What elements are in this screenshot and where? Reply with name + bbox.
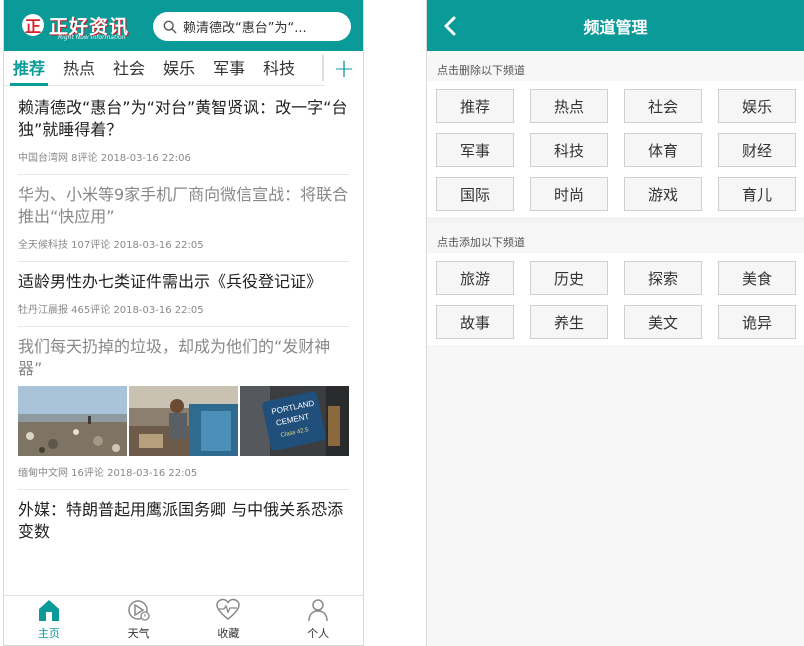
more-channel-chip[interactable]: 诡异 (718, 305, 796, 339)
more-channel-chip[interactable]: 旅游 (436, 261, 514, 295)
top-bar: 正 正好资讯 Right Now Information 赖清德改“惠台”为“.… (4, 0, 363, 51)
my-channel-chip[interactable]: 推荐 (436, 89, 514, 123)
weather-icon (127, 600, 150, 621)
my-channel-chip[interactable]: 体育 (624, 133, 702, 167)
tab-society[interactable]: 社会 (104, 51, 154, 86)
bottom-navigation: 主页 天气 收藏 个人 (4, 595, 363, 645)
news-meta: 牡丹江晨报 465评论 2018-03-16 22:05 (18, 305, 204, 316)
my-channel-chip[interactable]: 财经 (718, 133, 796, 167)
back-arrow-icon[interactable] (441, 14, 461, 38)
tabs-overflow-divider (322, 55, 324, 81)
tab-tech[interactable]: 科技 (254, 51, 304, 86)
my-channel-chip[interactable]: 时尚 (530, 177, 608, 211)
news-title: 赖清德改“惠台”为“对台”黄智贤讽：改一字“台独”就睡得着？ (18, 98, 348, 139)
news-meta: 缅甸中文网 16评论 2018-03-16 22:05 (18, 468, 198, 479)
more-channel-chip[interactable]: 美文 (624, 305, 702, 339)
more-channel-chip[interactable]: 历史 (530, 261, 608, 295)
more-channel-chip[interactable]: 美食 (718, 261, 796, 295)
tab-recommend[interactable]: 推荐 (4, 51, 54, 86)
more-channel-chip[interactable]: 探索 (624, 261, 702, 295)
news-image-garbage-field[interactable] (18, 386, 127, 456)
my-channel-chip[interactable]: 游戏 (624, 177, 702, 211)
app-logo[interactable]: 正 正好资讯 Right Now Information (22, 10, 134, 42)
news-home-screen: 正 正好资讯 Right Now Information 赖清德改“惠台”为“.… (3, 0, 364, 646)
more-channels-grid: 旅游 历史 探索 美食故事 养生 美文 诡异 (436, 261, 796, 339)
my-channel-chip[interactable]: 热点 (530, 89, 608, 123)
my-channel-chip[interactable]: 娱乐 (718, 89, 796, 123)
logo-subtitle: Right Now Information (58, 34, 126, 41)
tab-hot[interactable]: 热点 (54, 51, 104, 86)
add-channel-button[interactable]: + (325, 51, 363, 86)
nav-home-label: 主页 (37, 627, 60, 640)
more-channels-panel: 旅游 历史 探索 美食故事 养生 美文 诡异 (427, 253, 804, 345)
nav-home[interactable]: 主页 (4, 596, 94, 645)
nav-profile-label: 个人 (307, 627, 330, 640)
my-channel-chip[interactable]: 育儿 (718, 177, 796, 211)
news-image-cement-bag[interactable]: PORTLAND CEMENT Class 42.5 (240, 386, 349, 456)
search-text: 赖清德改“惠台”为“... (183, 21, 307, 36)
search-icon (163, 20, 177, 33)
news-image-strip: PORTLAND CEMENT Class 42.5 (18, 386, 349, 456)
more-channel-chip[interactable]: 故事 (436, 305, 514, 339)
my-channels-panel: 推荐 热点 社会 娱乐军事 科技 体育 财经国际 时尚 游戏 育儿 (427, 81, 804, 217)
nav-profile[interactable]: 个人 (273, 596, 363, 645)
page-title: 频道管理 (583, 17, 648, 37)
home-icon (38, 600, 59, 621)
favorite-heart-icon (216, 598, 241, 620)
tab-military[interactable]: 军事 (204, 51, 254, 86)
nav-weather-label: 天气 (127, 627, 150, 640)
my-channel-chip[interactable]: 科技 (530, 133, 608, 167)
logo-mark-icon: 正 (22, 14, 44, 36)
nav-favorites[interactable]: 收藏 (184, 596, 274, 645)
news-meta: 中国台湾网 8评论 2018-03-16 22:06 (18, 153, 191, 164)
news-item[interactable]: 外媒：特朗普起用鹰派国务卿 与中俄关系恐添变数 (18, 490, 349, 553)
add-section-label: 点击添加以下频道 (437, 236, 525, 249)
news-item[interactable]: 赖清德改“惠台”为“对台”黄智贤讽：改一字“台独”就睡得着？ 中国台湾网 8评论… (18, 88, 349, 175)
news-title: 外媒：特朗普起用鹰派国务卿 与中俄关系恐添变数 (18, 500, 344, 541)
my-channel-chip[interactable]: 军事 (436, 133, 514, 167)
news-item[interactable]: 我们每天扔掉的垃圾，却成为他们的“发财神器” PORTLAND CEMENT C… (18, 327, 349, 490)
news-title: 我们每天扔掉的垃圾，却成为他们的“发财神器” (18, 337, 331, 378)
my-channel-chip[interactable]: 社会 (624, 89, 702, 123)
top-bar: 频道管理 (427, 0, 804, 51)
nav-favorites-label: 收藏 (217, 627, 240, 640)
channel-management-screen: 频道管理 点击删除以下频道 推荐 热点 社会 娱乐军事 科技 体育 财经国际 时尚 游戏 育儿 点… (426, 0, 804, 646)
my-channels-grid: 推荐 热点 社会 娱乐军事 科技 体育 财经国际 时尚 游戏 育儿 (436, 89, 796, 211)
user-icon (308, 599, 328, 622)
nav-weather[interactable]: 天气 (94, 596, 184, 645)
news-title: 适龄男性办七类证件需出示《兵役登记证》 (18, 272, 323, 291)
more-channel-chip[interactable]: 养生 (530, 305, 608, 339)
remove-section-label: 点击删除以下频道 (437, 64, 525, 77)
news-feed[interactable]: 赖清德改“惠台”为“对台”黄智贤讽：改一字“台独”就睡得着？ 中国台湾网 8评论… (4, 88, 363, 596)
tab-entertainment[interactable]: 娱乐 (154, 51, 204, 86)
search-input[interactable]: 赖清德改“惠台”为“... (153, 12, 351, 41)
news-item[interactable]: 华为、小米等9家手机厂商向微信宣战：将联合推出“快应用” 全天候科技 107评论… (18, 175, 349, 262)
news-meta: 全天候科技 107评论 2018-03-16 22:05 (18, 240, 204, 251)
channel-tabs: 推荐 热点 社会 娱乐 军事 科技 + (4, 51, 363, 86)
news-title: 华为、小米等9家手机厂商向微信宣战：将联合推出“快应用” (18, 185, 349, 226)
news-item[interactable]: 适龄男性办七类证件需出示《兵役登记证》 牡丹江晨报 465评论 2018-03-… (18, 262, 349, 327)
my-channel-chip[interactable]: 国际 (436, 177, 514, 211)
news-image-worker[interactable] (129, 386, 238, 456)
